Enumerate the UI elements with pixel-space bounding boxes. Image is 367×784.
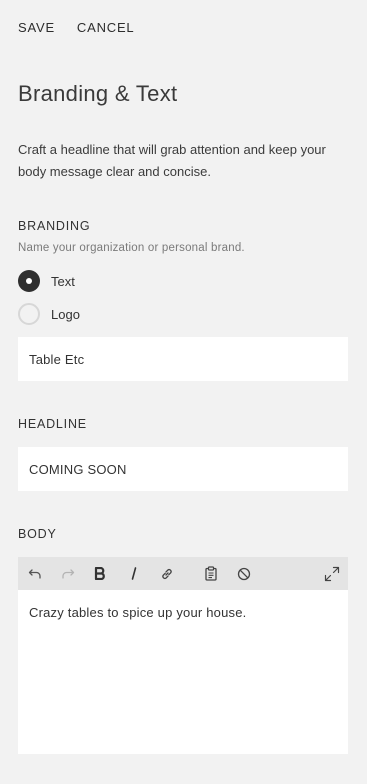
bold-icon[interactable] (88, 557, 112, 590)
branding-help-text: Name your organization or personal brand… (18, 242, 245, 254)
clear-format-icon[interactable] (232, 557, 256, 590)
expand-icon[interactable] (320, 557, 344, 590)
save-button[interactable]: SAVE (18, 20, 55, 35)
branding-label: BRANDING (18, 219, 91, 233)
branding-text-input[interactable]: Table Etc (18, 337, 348, 381)
headline-label: HEADLINE (18, 417, 87, 431)
link-icon[interactable] (155, 557, 179, 590)
paste-icon[interactable] (199, 557, 223, 590)
action-bar: SAVE CANCEL (18, 20, 134, 35)
radio-label-logo: Logo (51, 306, 80, 322)
intro-text: Craft a headline that will grab attentio… (18, 142, 326, 179)
redo-icon[interactable] (56, 557, 80, 590)
undo-icon[interactable] (23, 557, 47, 590)
body-text-area[interactable]: Crazy tables to spice up your house. (18, 590, 348, 635)
italic-icon[interactable] (122, 557, 146, 590)
branding-text-panel: SAVE CANCEL Branding & Text Craft a head… (0, 0, 367, 784)
radio-label-text: Text (51, 273, 75, 289)
radio-option-text[interactable]: Text (18, 270, 75, 292)
headline-input[interactable]: COMING SOON (18, 447, 348, 491)
radio-selected-icon[interactable] (18, 270, 40, 292)
body-editor: Crazy tables to spice up your house. (18, 557, 348, 754)
editor-toolbar (18, 557, 348, 590)
radio-option-logo[interactable]: Logo (18, 303, 80, 325)
radio-unselected-icon[interactable] (18, 303, 40, 325)
cancel-button[interactable]: CANCEL (77, 20, 135, 35)
page-title: Branding & Text (18, 81, 178, 106)
body-label: BODY (18, 527, 57, 541)
